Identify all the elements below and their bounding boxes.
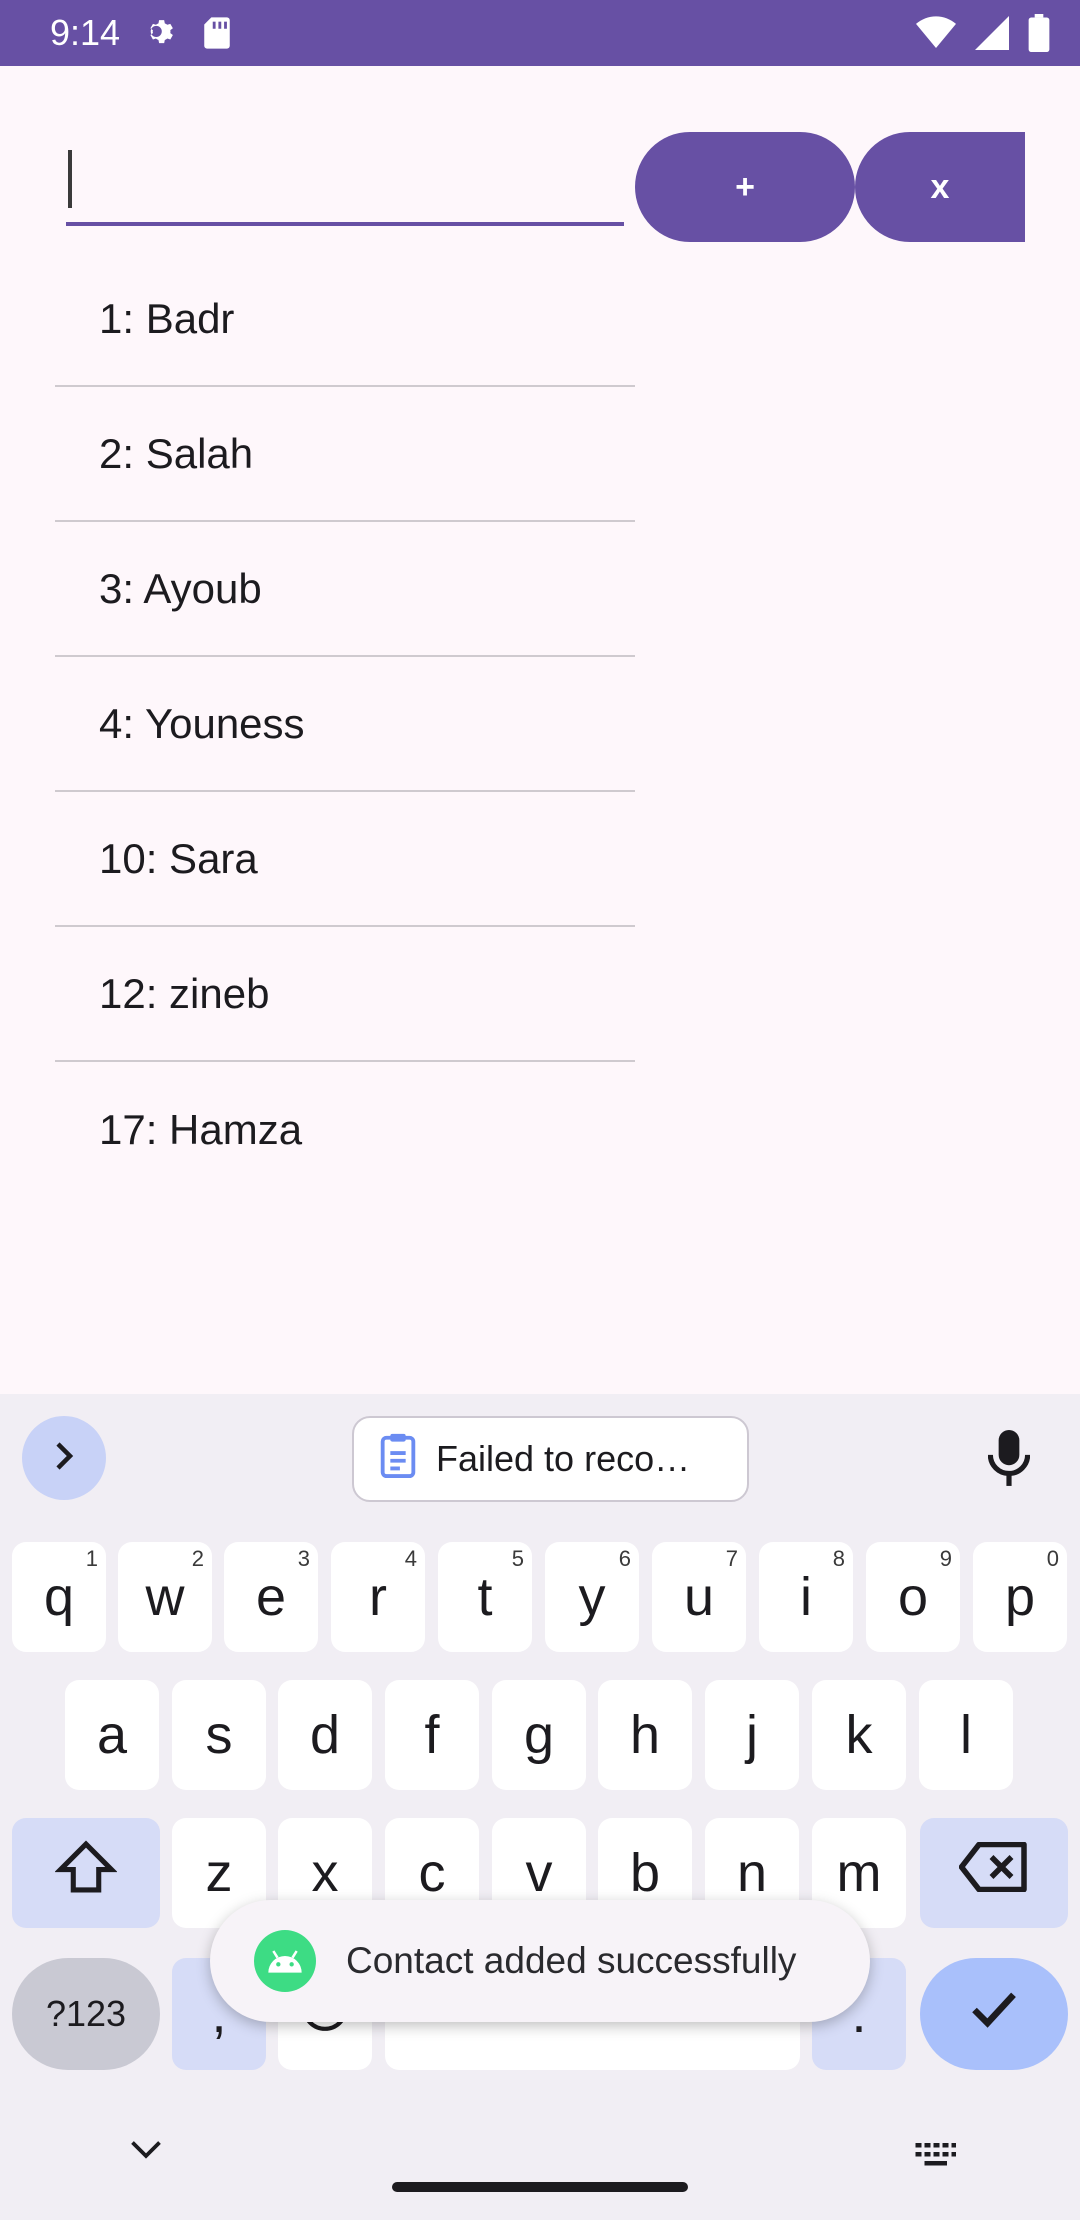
clipboard-suggestion-chip[interactable]: Failed to reco… (352, 1416, 749, 1502)
home-indicator[interactable] (392, 2182, 688, 2192)
enter-key[interactable] (920, 1958, 1068, 2070)
clipboard-icon (378, 1432, 418, 1487)
key-a[interactable]: a (65, 1680, 159, 1790)
key-l[interactable]: l (919, 1680, 1013, 1790)
hide-keyboard-icon[interactable] (128, 2138, 164, 2167)
wifi-icon (916, 16, 956, 55)
battery-icon (1028, 14, 1050, 57)
key-w[interactable]: w2 (118, 1542, 212, 1652)
key-e[interactable]: e3 (224, 1542, 318, 1652)
keyboard-expand-button[interactable] (22, 1416, 106, 1500)
backspace-key[interactable] (920, 1818, 1068, 1928)
backspace-icon (958, 1841, 1029, 1905)
key-q[interactable]: q1 (12, 1542, 106, 1652)
shift-icon (54, 1839, 118, 1908)
key-g[interactable]: g (492, 1680, 586, 1790)
toast-message: Contact added successfully (210, 1900, 870, 2022)
status-bar: 9:14 (0, 0, 1080, 66)
contact-name-input[interactable] (66, 138, 624, 226)
signal-icon (974, 16, 1010, 55)
key-d[interactable]: d (278, 1680, 372, 1790)
toast-text: Contact added successfully (346, 1940, 797, 1981)
clear-button[interactable]: x (855, 132, 1025, 242)
key-u[interactable]: u7 (652, 1542, 746, 1652)
text-caret (68, 150, 72, 208)
settings-icon (142, 14, 180, 57)
chevron-right-icon (46, 1438, 82, 1479)
list-item[interactable]: 17: Hamza (55, 1062, 635, 1197)
symbols-key[interactable]: ?123 (12, 1958, 160, 2070)
key-p[interactable]: p0 (973, 1542, 1067, 1652)
list-item[interactable]: 1: Badr (55, 252, 635, 387)
key-i[interactable]: i8 (759, 1542, 853, 1652)
sd-card-icon (202, 16, 232, 55)
key-y[interactable]: y6 (545, 1542, 639, 1652)
list-item[interactable]: 12: zineb (55, 927, 635, 1062)
list-item[interactable]: 4: Youness (55, 657, 635, 792)
keyboard-switch-icon[interactable] (912, 2140, 958, 2175)
clipboard-chip-text: Failed to reco… (436, 1438, 691, 1479)
key-t[interactable]: t5 (438, 1542, 532, 1652)
key-j[interactable]: j (705, 1680, 799, 1790)
contact-list: 1: Badr 2: Salah 3: Ayoub 4: Youness 10:… (55, 252, 635, 1197)
android-icon (254, 1930, 316, 1992)
shift-key[interactable] (12, 1818, 160, 1928)
key-k[interactable]: k (812, 1680, 906, 1790)
key-r[interactable]: r4 (331, 1542, 425, 1652)
key-s[interactable]: s (172, 1680, 266, 1790)
status-time: 9:14 (50, 12, 121, 53)
microphone-icon[interactable] (987, 1430, 1031, 1493)
soft-keyboard: Failed to reco… q1 w2 e3 r4 t5 y6 u7 i8 … (0, 1394, 1080, 2220)
key-f[interactable]: f (385, 1680, 479, 1790)
list-item[interactable]: 10: Sara (55, 792, 635, 927)
key-o[interactable]: o9 (866, 1542, 960, 1652)
list-item[interactable]: 2: Salah (55, 387, 635, 522)
list-item[interactable]: 3: Ayoub (55, 522, 635, 657)
add-contact-button[interactable]: + (635, 132, 855, 242)
check-icon (968, 1983, 1020, 2045)
key-h[interactable]: h (598, 1680, 692, 1790)
